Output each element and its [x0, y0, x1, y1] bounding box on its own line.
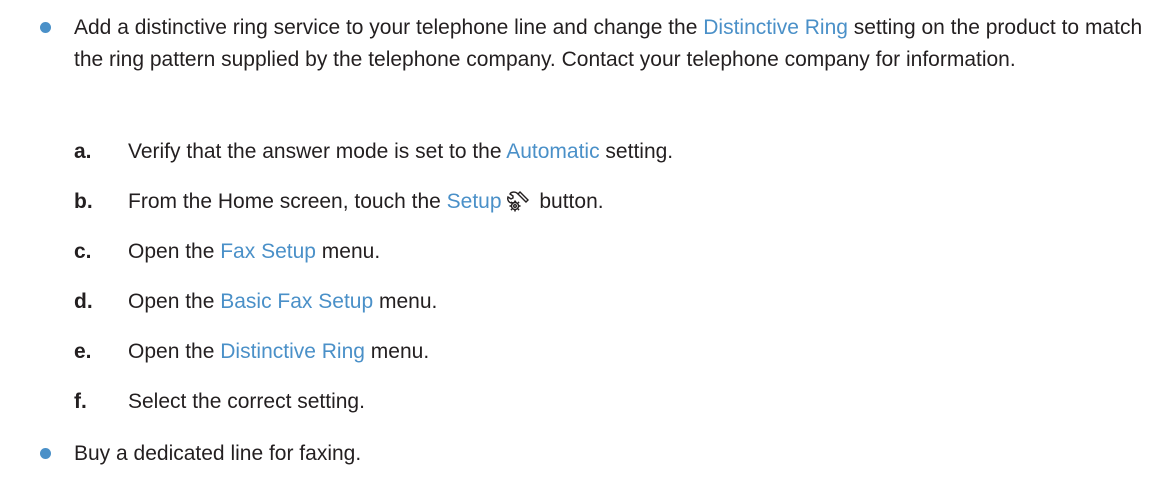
step-letter: b.: [74, 190, 93, 213]
step-text-part: From the Home screen, touch the: [128, 190, 447, 213]
step-text: Open the Basic Fax Setup menu.: [128, 286, 437, 318]
bullet-paragraph-distinctive-ring: Add a distinctive ring service to your t…: [74, 12, 1170, 76]
step-text: From the Home screen, touch the Setup bu…: [128, 186, 604, 224]
bullet-marker: [40, 22, 51, 33]
step-text: Verify that the answer mode is set to th…: [128, 136, 673, 168]
ui-term-distinctive-ring: Distinctive Ring: [703, 16, 848, 39]
step-letter: c.: [74, 240, 92, 263]
step-text-part: Verify that the answer mode is set to th…: [128, 140, 507, 163]
step-text: Select the correct setting.: [128, 390, 365, 413]
ui-term-basic-fax-setup: Basic Fax Setup: [220, 290, 374, 313]
step-text: Open the Fax Setup menu.: [128, 236, 380, 268]
step-text-part: Open the: [128, 340, 221, 363]
step-text-part: Open the: [128, 240, 221, 263]
step-text: Open the Distinctive Ring menu.: [128, 336, 429, 368]
ui-term-setup: Setup: [446, 190, 502, 213]
setup-wrench-gear-icon: [506, 188, 532, 224]
step-letter: e.: [74, 340, 92, 363]
ui-term-distinctive-ring: Distinctive Ring: [220, 340, 365, 363]
step-letter: f.: [74, 390, 87, 413]
ui-term-fax-setup: Fax Setup: [220, 240, 316, 263]
step-text-part: button.: [533, 190, 604, 213]
step-text-part: menu.: [373, 290, 438, 313]
bullet-marker: [40, 448, 51, 459]
ui-term-automatic: Automatic: [506, 140, 600, 163]
step-text-part: setting.: [599, 140, 674, 163]
bullet-paragraph-dedicated-line: Buy a dedicated line for faxing.: [74, 442, 362, 465]
step-text-part: Open the: [128, 290, 221, 313]
step-letter: a.: [74, 140, 92, 163]
step-text-part: menu.: [315, 240, 381, 263]
step-text-part: menu.: [364, 340, 430, 363]
paragraph-text: Add a distinctive ring service to your t…: [74, 16, 704, 39]
step-letter: d.: [74, 290, 93, 313]
